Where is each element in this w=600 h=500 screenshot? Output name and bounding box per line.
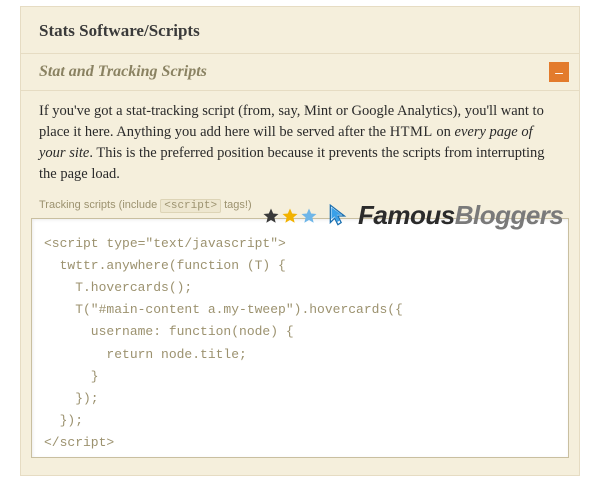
tracking-scripts-input[interactable] — [31, 218, 569, 458]
field-label: Tracking scripts (include <script> tags!… — [21, 191, 579, 218]
section-description: If you've got a stat-tracking script (fr… — [21, 91, 579, 191]
label-before: Tracking scripts (include — [39, 199, 160, 211]
panel-title: Stats Software/Scripts — [21, 7, 579, 53]
minus-icon: – — [555, 65, 563, 79]
collapse-button[interactable]: – — [549, 62, 569, 82]
desc-text-2: on — [433, 124, 455, 140]
desc-smallcaps: HTML — [390, 124, 433, 140]
label-after: tags!) — [221, 199, 252, 211]
section-header[interactable]: Stat and Tracking Scripts – — [21, 53, 579, 91]
desc-text-3: . This is the preferred position because… — [39, 145, 545, 182]
stats-panel: Stats Software/Scripts Stat and Tracking… — [20, 6, 580, 476]
label-code-tag: <script> — [160, 199, 221, 213]
section-title: Stat and Tracking Scripts — [39, 63, 207, 81]
textarea-container — [21, 218, 579, 475]
